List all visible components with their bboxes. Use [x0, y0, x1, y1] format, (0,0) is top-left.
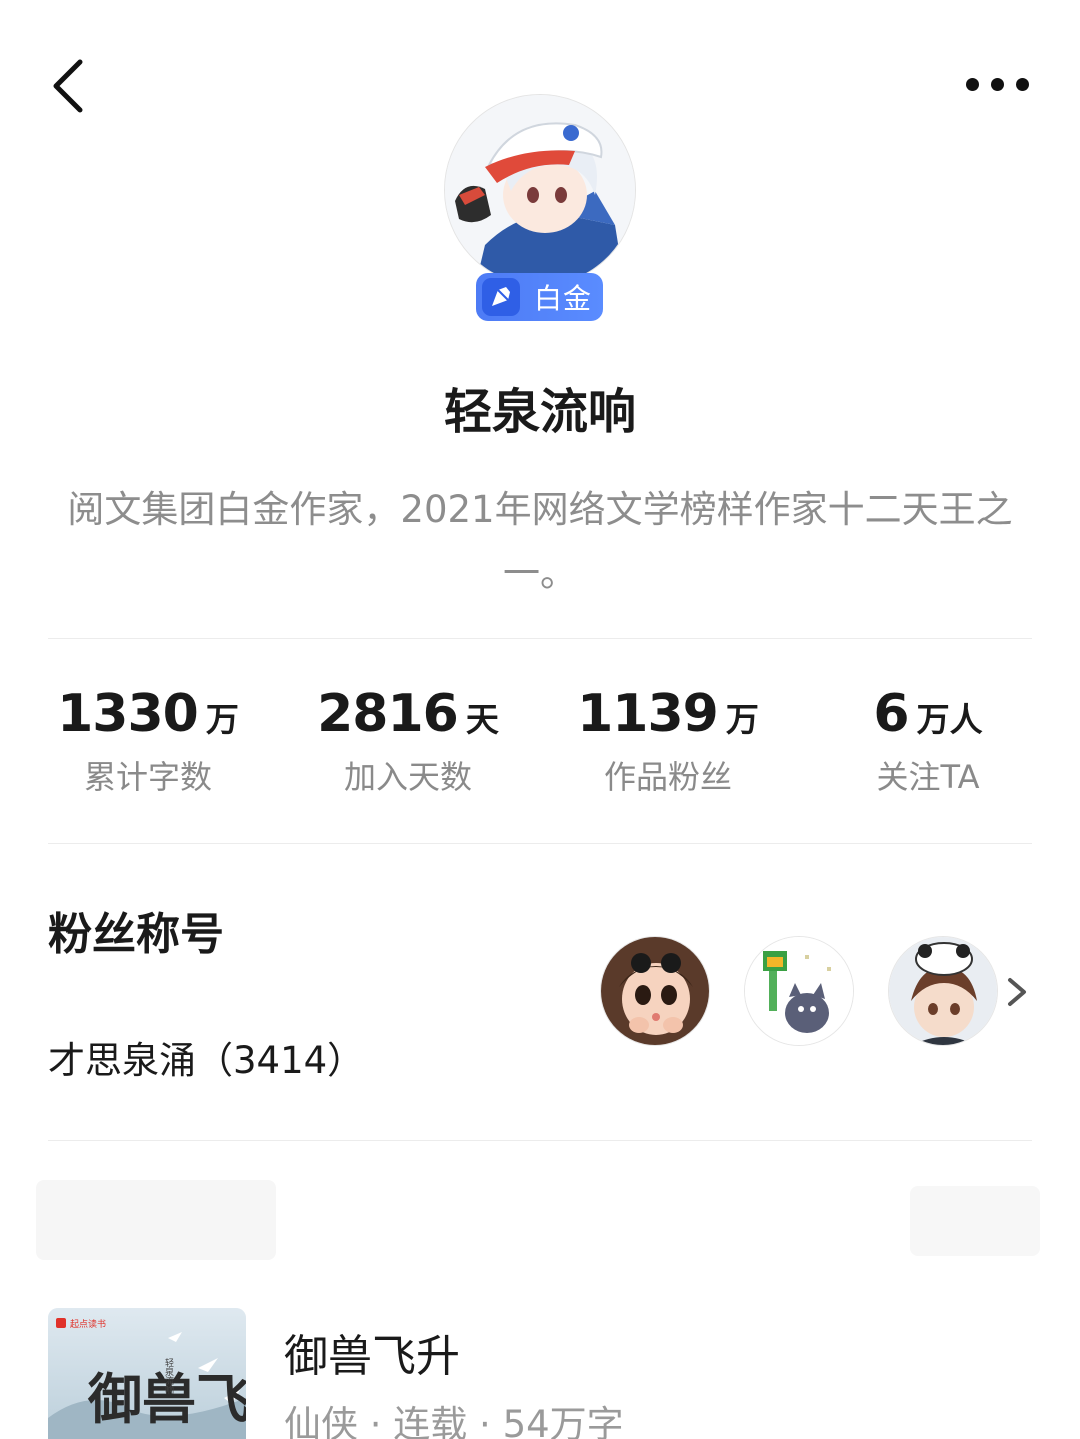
more-dots-icon — [965, 77, 979, 91]
fan-avatar[interactable] — [600, 936, 710, 1046]
stat-value: 6 — [873, 684, 909, 744]
stat-unit: 万 — [725, 700, 759, 739]
tab-placeholder — [36, 1180, 276, 1260]
stat-value: 1330 — [57, 684, 199, 744]
stat-label: 关注TA — [876, 758, 980, 796]
badge-label: 白金 — [534, 282, 593, 315]
stat-unit: 天 — [465, 700, 499, 739]
stat-work-fans: 1139 万 作品粉丝 — [538, 684, 798, 814]
fan-avatar[interactable] — [888, 936, 998, 1046]
stat-value: 2816 — [317, 684, 459, 744]
author-name: 轻泉流响 — [443, 384, 636, 440]
stat-value: 1139 — [577, 684, 719, 744]
stat-days-joined: 2816 天 加入天数 — [278, 684, 538, 814]
stats-row: 1330 万 累计字数 2816 天 加入天数 1139 万 作品粉丝 6 万人… — [18, 684, 1058, 814]
back-button[interactable] — [44, 52, 108, 116]
chevron-right-icon[interactable] — [1002, 972, 1032, 1012]
chevron-left-icon — [53, 59, 83, 113]
divider — [48, 1140, 1032, 1141]
stat-followers[interactable]: 6 万人 关注TA — [798, 684, 1058, 814]
book-cover: 起点读书 御兽飞 轻泉流响 — [48, 1308, 246, 1439]
stat-label: 累计字数 — [83, 758, 212, 796]
fan-avatar-list[interactable] — [598, 936, 1048, 1048]
stat-unit: 万 — [205, 700, 239, 739]
more-button[interactable] — [952, 60, 1042, 108]
stat-label: 作品粉丝 — [603, 758, 732, 796]
stat-total-words: 1330 万 累计字数 — [18, 684, 278, 814]
avatar-image — [444, 94, 636, 286]
book-title: 御兽飞升 — [284, 1331, 460, 1382]
divider — [48, 843, 1032, 844]
cover-brand: 起点读书 — [70, 1318, 106, 1330]
tab-placeholder — [910, 1186, 1040, 1256]
tab-strip-placeholder — [36, 1180, 1040, 1260]
stat-label: 加入天数 — [343, 758, 472, 796]
author-avatar[interactable] — [444, 94, 636, 286]
author-bio: 阅文集团白金作家，2021年网络文学榜样作家十二天王之一。 — [67, 488, 1013, 595]
more-dots-icon — [1015, 77, 1029, 91]
stat-unit: 万人 — [916, 700, 983, 739]
divider — [48, 638, 1032, 639]
platinum-badge: 白金 — [476, 273, 603, 321]
fan-title-heading: 粉丝称号 — [48, 909, 224, 960]
more-dots-icon — [990, 77, 1004, 91]
cover-author: 轻泉流响 — [163, 1357, 174, 1395]
book-meta: 仙侠 · 连载 · 54万字 — [284, 1403, 624, 1439]
book-item[interactable]: 起点读书 御兽飞 轻泉流响 御兽飞升 仙侠 · 连载 · 54万字 — [48, 1308, 1032, 1439]
fan-title-value: 才思泉涌（3414） — [48, 1039, 365, 1082]
fan-avatar[interactable] — [744, 936, 854, 1046]
pen-icon — [482, 278, 520, 316]
